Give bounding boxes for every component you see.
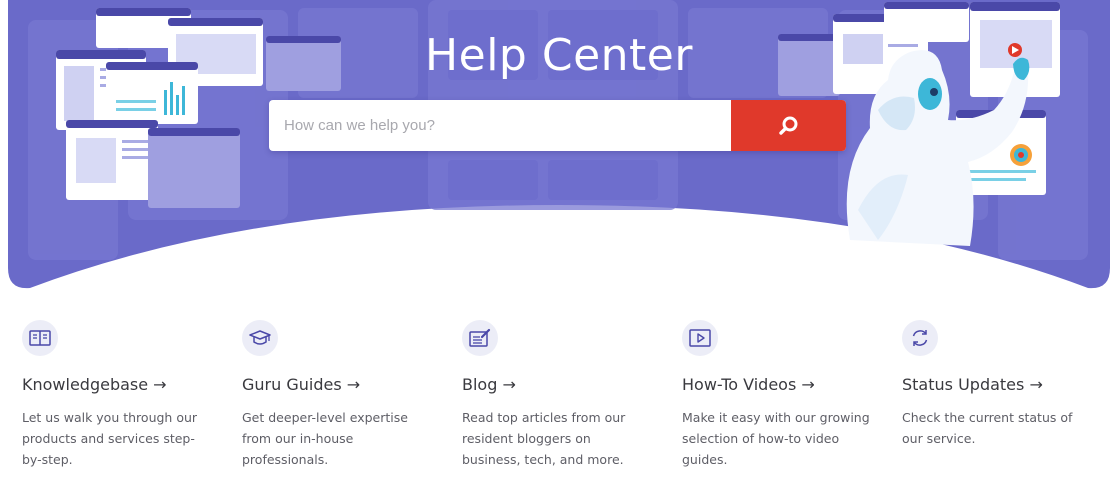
search-bar	[269, 100, 846, 151]
feature-status-updates: Status Updates → Check the current statu…	[902, 320, 1102, 449]
feature-guru-guides: Guru Guides → Get deeper-level expertise…	[242, 320, 442, 470]
feature-knowledgebase: Knowledgebase → Let us walk you through …	[22, 320, 222, 470]
feature-how-to-videos: How-To Videos → Make it easy with our gr…	[682, 320, 882, 470]
book-icon	[22, 320, 58, 356]
edit-document-icon	[462, 320, 498, 356]
status-updates-description: Check the current status of our service.	[902, 410, 1073, 446]
search-icon	[778, 116, 797, 135]
blog-link[interactable]: Blog →	[462, 375, 662, 394]
refresh-icon	[902, 320, 938, 356]
knowledgebase-description: Let us walk you through our products and…	[22, 410, 198, 467]
feature-blog: Blog → Read top articles from our reside…	[462, 320, 662, 470]
blog-description: Read top articles from our resident blog…	[462, 410, 626, 467]
help-sections: Knowledgebase → Let us walk you through …	[0, 320, 1118, 490]
play-video-icon	[682, 320, 718, 356]
search-button[interactable]	[731, 100, 846, 151]
status-updates-link[interactable]: Status Updates →	[902, 375, 1102, 394]
how-to-videos-description: Make it easy with our growing selection …	[682, 410, 870, 467]
knowledgebase-link[interactable]: Knowledgebase →	[22, 375, 222, 394]
graduation-cap-icon	[242, 320, 278, 356]
guru-guides-description: Get deeper-level expertise from our in-h…	[242, 410, 408, 467]
page-title: Help Center	[425, 30, 693, 81]
how-to-videos-link[interactable]: How-To Videos →	[682, 375, 882, 394]
guru-guides-link[interactable]: Guru Guides →	[242, 375, 442, 394]
search-input[interactable]	[269, 100, 731, 151]
